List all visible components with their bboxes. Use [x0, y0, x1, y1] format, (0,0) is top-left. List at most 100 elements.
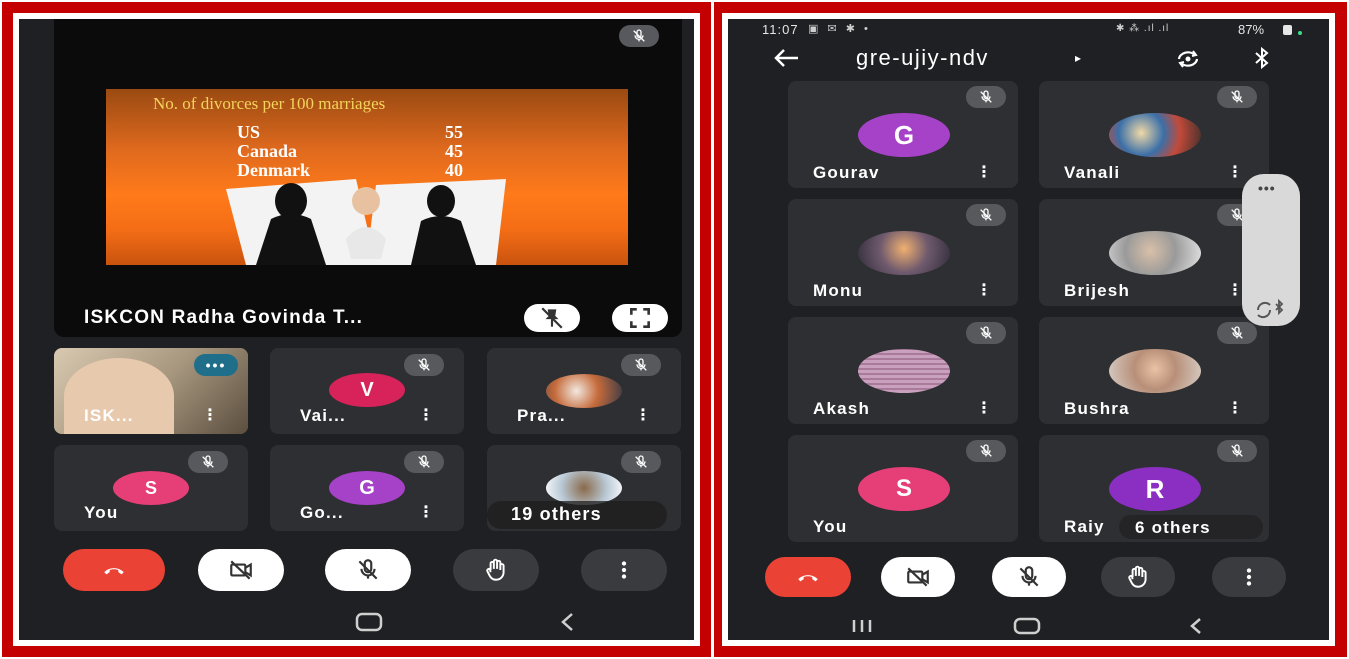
slide-country-canada: Canada [237, 141, 298, 161]
participant-name: Monu [813, 281, 864, 300]
participant-menu-icon[interactable]: ⋮ [976, 283, 992, 299]
participant-tile-go[interactable]: G Go... ⋮ [270, 445, 464, 531]
end-call-button[interactable] [63, 549, 165, 591]
participant-name: ISK... [84, 406, 134, 425]
more-vert-icon [1246, 568, 1252, 586]
avatar [858, 231, 950, 275]
right-meet-screen: 11:07 ▣ ✉ ✱ • ✱ ⁂ .ıl .ıl 87% gre-ujiy-n… [728, 19, 1329, 640]
back-nav-icon[interactable] [1186, 616, 1206, 640]
avatar [546, 374, 622, 408]
fullscreen-icon [630, 308, 650, 328]
bluetooth-audio-icon[interactable] [1254, 299, 1288, 321]
participant-name: Brijesh [1064, 281, 1131, 300]
participant-tile-isk[interactable]: ••• ISK... ⋮ [54, 348, 248, 434]
more-options-button[interactable] [1212, 557, 1286, 597]
presentation-tile[interactable]: No. of divorces per 100 marriages US 55 … [54, 19, 682, 337]
hand-icon [486, 558, 505, 581]
avatar: G [329, 471, 405, 505]
participant-name: You [84, 503, 119, 522]
mic-toggle-button[interactable] [992, 557, 1066, 597]
back-arrow-icon[interactable] [772, 47, 800, 74]
avatar [546, 471, 622, 505]
muted-mic-icon [619, 25, 659, 47]
participant-name: Vai... [300, 406, 346, 425]
more-options-button[interactable] [581, 549, 667, 591]
muted-mic-icon [1217, 86, 1257, 108]
participant-name: Bushra [1064, 399, 1130, 418]
participant-menu-icon[interactable]: ⋮ [976, 401, 992, 417]
muted-mic-icon [1217, 440, 1257, 462]
recent-apps-nav-icon[interactable] [848, 616, 876, 640]
avatar: G [858, 113, 950, 157]
participant-tile-akash[interactable]: Akash ⋮ [788, 317, 1018, 424]
participant-menu-icon[interactable]: ⋮ [418, 505, 434, 521]
meeting-code[interactable]: gre-ujiy-ndv [856, 45, 989, 71]
mic-off-icon [358, 559, 378, 580]
home-nav-icon[interactable] [354, 611, 384, 639]
raise-hand-button[interactable] [1101, 557, 1175, 597]
participant-tile-pra[interactable]: Pra... ⋮ [487, 348, 681, 434]
left-meet-screen: No. of divorces per 100 marriages US 55 … [19, 19, 694, 640]
fullscreen-button[interactable] [612, 304, 668, 332]
meeting-details-chevron-icon[interactable]: ▸ [1075, 51, 1081, 65]
avatar: S [113, 471, 189, 505]
muted-mic-icon [404, 354, 444, 376]
presenter-name: ISKCON Radha Govinda T... [84, 307, 364, 328]
participant-tile-vanali[interactable]: Vanali ⋮ [1039, 81, 1269, 188]
couple-silhouette-illustration [226, 179, 506, 265]
participant-menu-icon[interactable]: ⋮ [1227, 283, 1243, 299]
participant-tile-raiy[interactable]: R Raiy 6 others [1039, 435, 1269, 542]
participant-menu-icon[interactable]: ⋮ [1227, 401, 1243, 417]
slide-title: No. of divorces per 100 marriages [153, 94, 386, 113]
slide-country-denmark: Denmark [237, 160, 310, 180]
raise-hand-button[interactable] [453, 549, 539, 591]
muted-mic-icon [966, 204, 1006, 226]
participant-name: Pra... [517, 406, 566, 425]
avatar: S [858, 467, 950, 511]
participant-name: Raiy [1064, 517, 1105, 536]
participant-name: Gourav [813, 163, 880, 182]
avatar [1109, 113, 1201, 157]
participant-tile-gourav[interactable]: G Gourav ⋮ [788, 81, 1018, 188]
hand-icon [1128, 565, 1147, 588]
avatar: R [1109, 467, 1201, 511]
home-nav-icon[interactable] [1012, 616, 1042, 640]
slide-value-us: 55 [445, 122, 463, 142]
camera-toggle-button[interactable] [198, 549, 284, 591]
participant-tile-vai[interactable]: V Vai... ⋮ [270, 348, 464, 434]
participant-menu-icon[interactable]: ⋮ [976, 165, 992, 181]
avatar [858, 349, 950, 393]
participant-menu-icon[interactable]: ⋮ [635, 408, 651, 424]
camera-toggle-button[interactable] [881, 557, 955, 597]
muted-mic-icon [621, 354, 661, 376]
drag-handle-icon[interactable]: ••• [1258, 180, 1276, 196]
participant-menu-icon[interactable]: ⋮ [202, 408, 218, 424]
mic-toggle-button[interactable] [325, 549, 411, 591]
muted-mic-icon [1217, 322, 1257, 344]
participant-tile-others[interactable]: 19 others [487, 445, 681, 531]
avatar: V [329, 373, 405, 407]
status-battery: 87% [1238, 22, 1265, 37]
bluetooth-icon[interactable] [1252, 46, 1272, 75]
participant-menu-icon[interactable]: ⋮ [418, 408, 434, 424]
avatar [1109, 349, 1201, 393]
floating-side-panel[interactable]: ••• [1242, 174, 1300, 326]
back-nav-icon[interactable] [557, 611, 579, 639]
unpin-button[interactable] [524, 304, 580, 332]
status-dot-icon [1298, 31, 1302, 35]
participant-name: Akash [813, 399, 871, 418]
muted-mic-icon [404, 451, 444, 473]
participant-tile-you[interactable]: S You [788, 435, 1018, 542]
participant-tile-monu[interactable]: Monu ⋮ [788, 199, 1018, 306]
participant-tile-bushra[interactable]: Bushra ⋮ [1039, 317, 1269, 424]
participant-tile-you[interactable]: S You [54, 445, 248, 531]
end-call-button[interactable] [765, 557, 851, 597]
status-time: 11:07 [762, 22, 799, 37]
status-signal-icons: ✱ ⁂ .ıl .ıl [1116, 23, 1170, 34]
slide-value-denmark: 40 [445, 160, 463, 180]
slide-image: No. of divorces per 100 marriages US 55 … [106, 89, 628, 265]
muted-mic-icon [966, 86, 1006, 108]
participant-menu-icon[interactable]: ⋮ [1227, 165, 1243, 181]
participant-tile-brijesh[interactable]: Brijesh ⋮ [1039, 199, 1269, 306]
switch-camera-icon[interactable] [1173, 47, 1203, 76]
